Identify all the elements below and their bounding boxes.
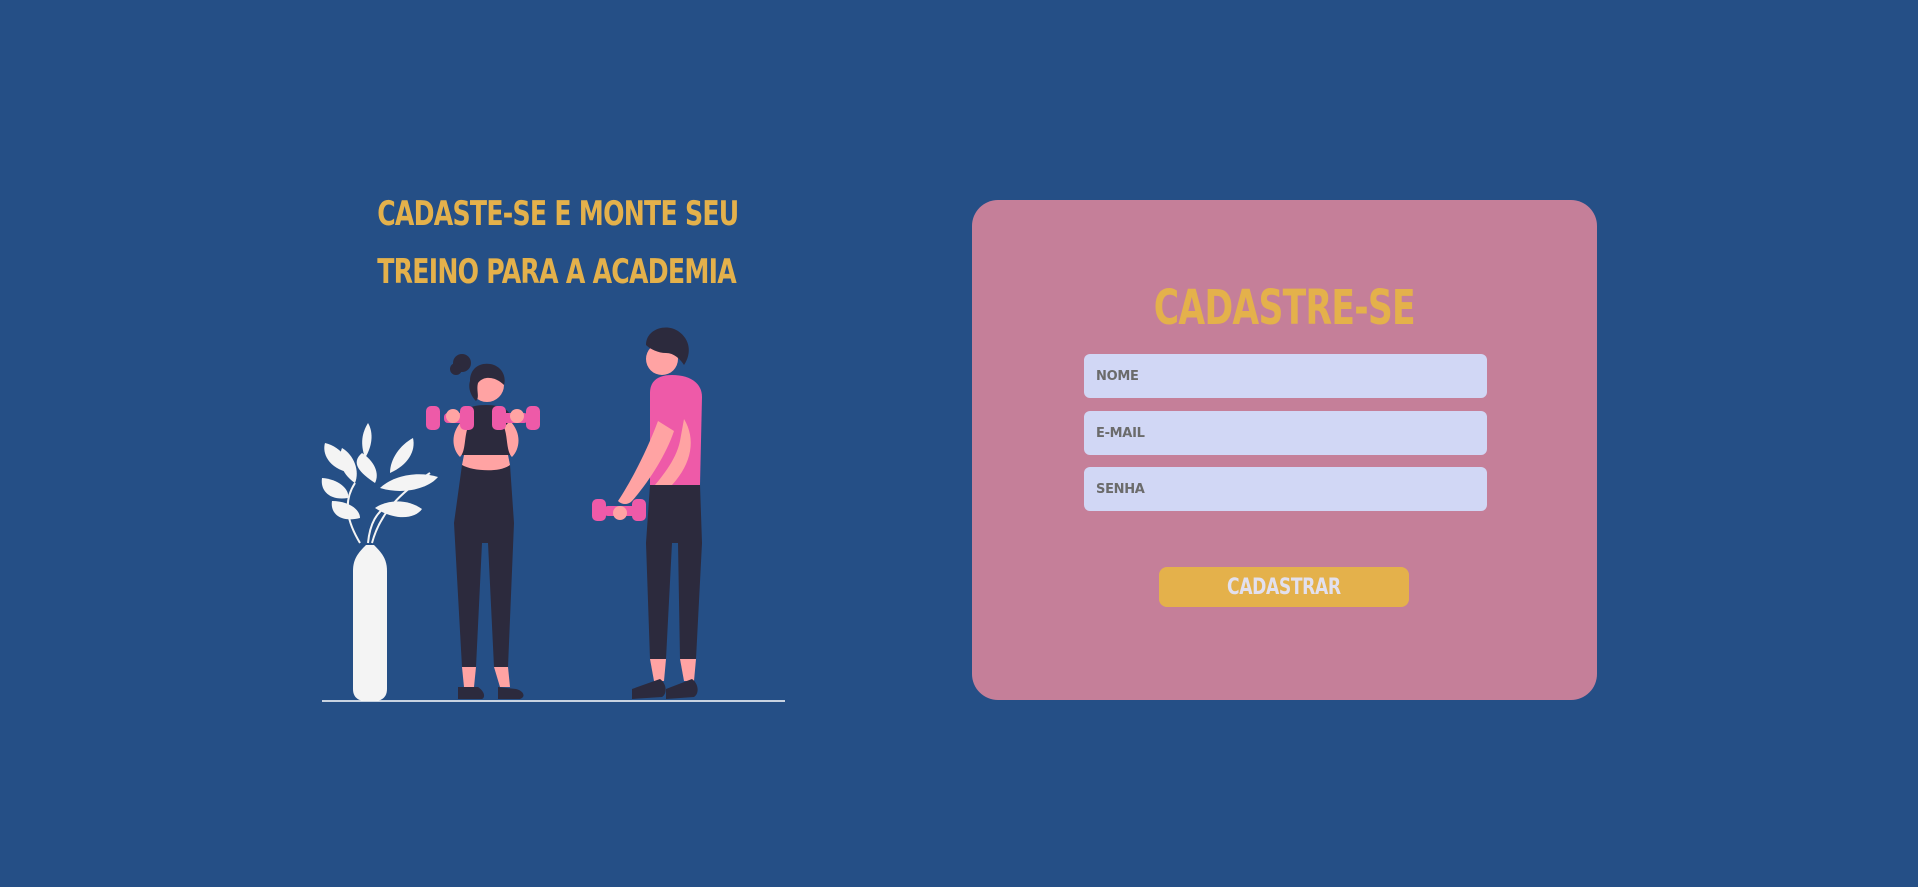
- woman-lifting-figure: [426, 354, 540, 699]
- nome-field[interactable]: [1084, 354, 1487, 398]
- signup-card: CADASTRE-SE CADASTRAR: [972, 200, 1597, 700]
- gym-workout-illustration: [321, 327, 785, 702]
- email-field[interactable]: [1084, 411, 1487, 455]
- man-lifting-figure: [592, 327, 702, 699]
- hero-headline-line-2: TREINO PARA A ACADEMIA: [377, 252, 737, 292]
- plant-icon: [321, 423, 438, 701]
- hero-section: CADASTE-SE E MONTE SEU TREINO PARA A ACA…: [320, 185, 785, 705]
- cadastrar-button-label: CADASTRAR: [1227, 574, 1341, 600]
- password-field[interactable]: [1084, 467, 1487, 511]
- hero-headline-line-1: CADASTE-SE E MONTE SEU: [377, 194, 739, 234]
- signup-title: CADASTRE-SE: [1153, 280, 1416, 336]
- cadastrar-button[interactable]: CADASTRAR: [1159, 567, 1409, 607]
- hero-headline: CADASTE-SE E MONTE SEU TREINO PARA A ACA…: [377, 185, 739, 301]
